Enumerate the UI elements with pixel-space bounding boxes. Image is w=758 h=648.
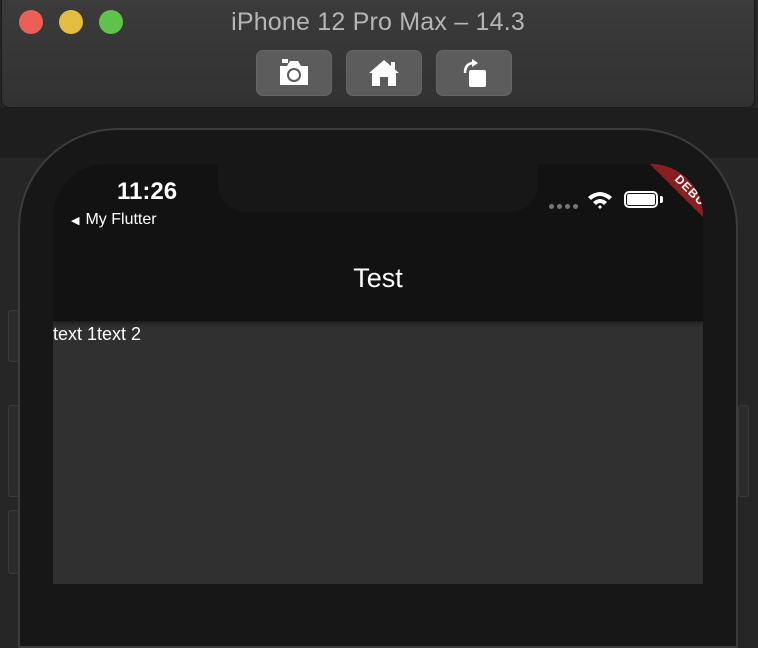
screenshot-button[interactable] [256,50,332,96]
device-screen: 11:26 ◀ My Flutter Test DEBUG text 1text… [53,164,703,584]
window-title: iPhone 12 Pro Max – 14.3 [231,8,525,36]
cellular-signal-icon [549,204,578,209]
home-icon [369,60,399,86]
simulator-title-bar: iPhone 12 Pro Max – 14.3 [1,0,755,108]
back-app-label: My Flutter [85,211,157,228]
battery-tip [660,196,663,203]
back-to-app-link[interactable]: ◀ My Flutter [71,211,157,229]
rotate-button[interactable] [436,50,512,96]
device-notch [218,164,538,212]
app-bar: 11:26 ◀ My Flutter Test DEBUG [53,164,703,321]
camera-icon [280,59,308,85]
app-bar-title: Test [353,263,403,293]
battery-icon [624,191,658,208]
back-arrow-icon: ◀ [71,214,80,227]
body-text: text 1text 2 [53,324,142,344]
wifi-icon [588,192,612,209]
device-power-button[interactable] [738,405,749,497]
status-time: 11:26 [117,178,178,205]
home-button[interactable] [346,50,422,96]
rotate-icon [463,59,486,87]
